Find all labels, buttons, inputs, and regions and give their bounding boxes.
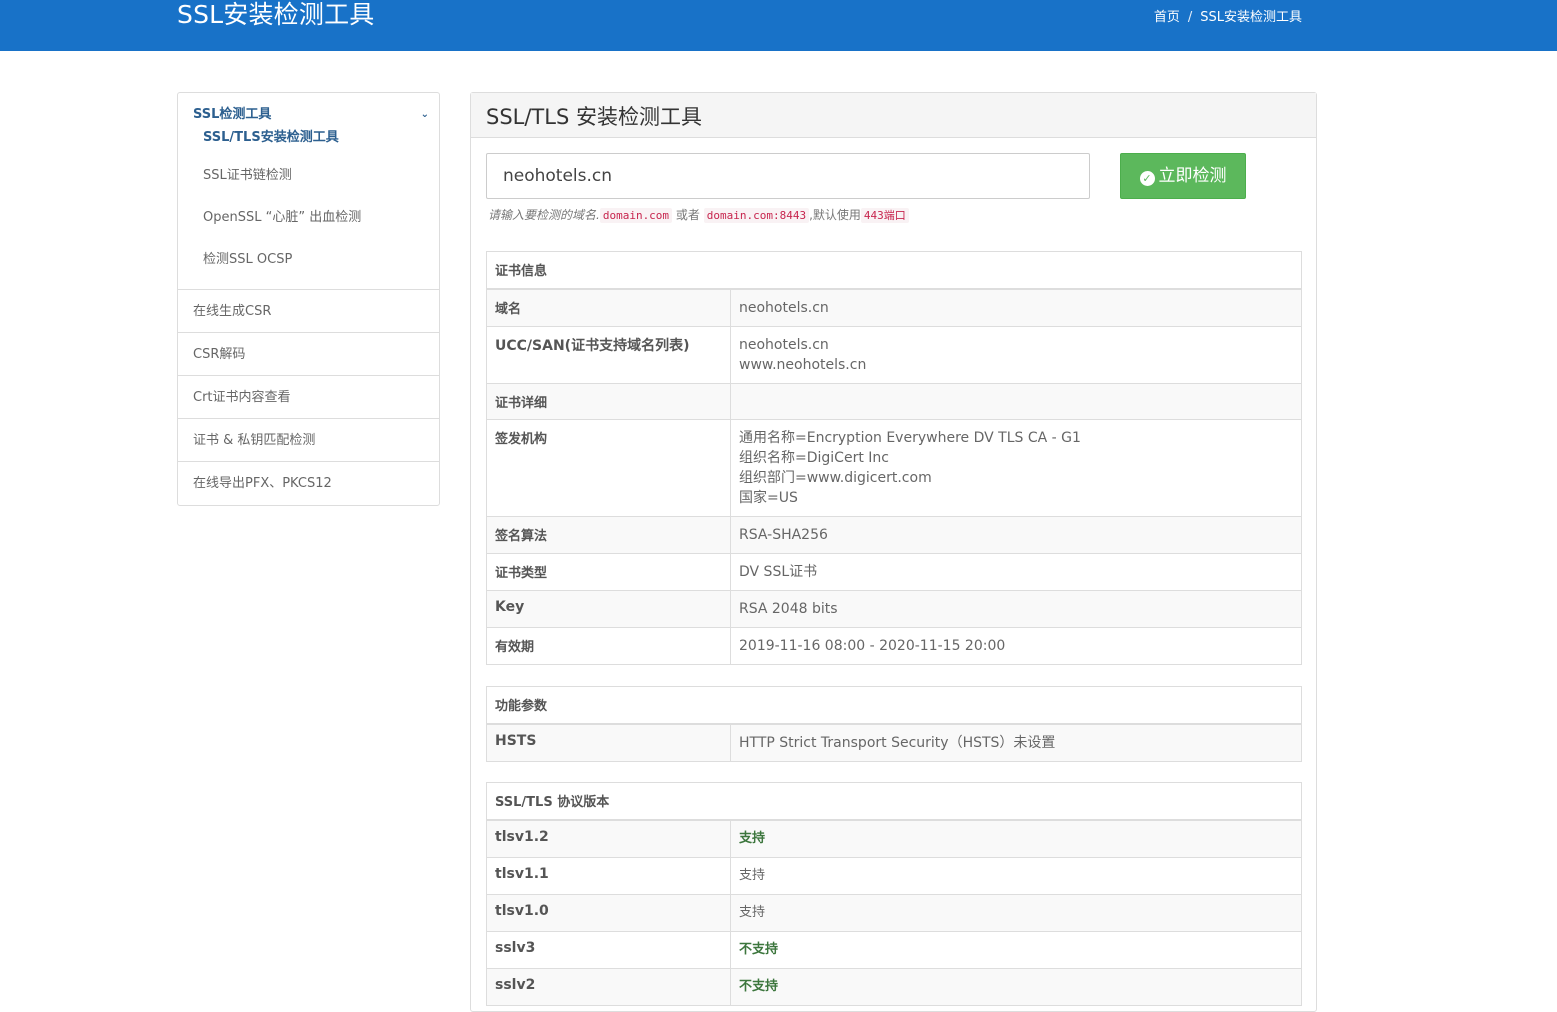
sidebar-group-title: SSL检测工具 — [193, 107, 272, 122]
table-row: tlsv1.2 支持 — [486, 819, 1302, 857]
sidebar-item-heartbleed[interactable]: OpenSSL “心脏” 出血检测 — [193, 197, 424, 239]
sidebar-item-export-pfx[interactable]: 在线导出PFX、PKCS12 — [178, 462, 439, 505]
site-title[interactable]: SSL安装检测工具 — [177, 0, 374, 31]
row-value: neohotels.cn — [739, 336, 829, 353]
row-value: www.neohotels.cn — [739, 356, 867, 373]
table-row: tlsv1.1 支持 — [486, 856, 1302, 894]
sidebar-group-ssl-tools: SSL检测工具 ⌄ SSL/TLS安装检测工具 SSL证书链检测 OpenSSL… — [178, 93, 439, 290]
domain-input[interactable]: neohotels.cn — [486, 153, 1090, 199]
feature-params-table: 功能参数 HSTS HTTP Strict Transport Security… — [486, 686, 1302, 762]
breadcrumb-home-link[interactable]: 首页 — [1154, 10, 1180, 25]
sidebar-item-crt-view[interactable]: Crt证书内容查看 — [178, 376, 439, 419]
row-value: DV SSL证书 — [739, 563, 818, 580]
sidebar-menu: SSL检测工具 ⌄ SSL/TLS安装检测工具 SSL证书链检测 OpenSSL… — [177, 92, 440, 506]
table-caption: 证书信息 — [486, 251, 1302, 290]
top-navbar: SSL安装检测工具 首页 / SSL安装检测工具 — [0, 0, 1557, 51]
row-value: 通用名称=Encryption Everywhere DV TLS CA - G… — [739, 429, 1081, 446]
row-key: Key — [486, 589, 731, 627]
sidebar-item-ocsp[interactable]: 检测SSL OCSP — [193, 239, 424, 281]
row-value: 支持 — [730, 856, 1302, 894]
table-row: tlsv1.0 支持 — [486, 893, 1302, 931]
check-circle-icon: ✓ — [1139, 171, 1155, 186]
row-value: RSA-SHA256 — [739, 526, 828, 543]
row-value: 支持 — [730, 819, 1302, 857]
row-key: sslv3 — [486, 930, 731, 968]
row-value: 不支持 — [730, 930, 1302, 968]
sidebar-item-generate-csr[interactable]: 在线生成CSR — [178, 290, 439, 333]
row-key: sslv2 — [486, 967, 731, 1005]
table-row: 签发机构 通用名称=Encryption Everywhere DV TLS C… — [486, 418, 1302, 516]
row-key: HSTS — [486, 723, 731, 761]
panel-title: SSL/TLS 安装检测工具 — [471, 93, 1316, 138]
hint-prefix: 请输入要检测的域名. — [488, 208, 600, 222]
row-key: tlsv1.1 — [486, 856, 731, 894]
check-now-button[interactable]: ✓ 立即检测 — [1120, 153, 1246, 199]
breadcrumb-separator: / — [1187, 10, 1193, 25]
hint-suffix: ,默认使用 — [809, 208, 861, 222]
chevron-down-icon: ⌄ — [420, 109, 429, 120]
hint-code-port: 443端口 — [860, 208, 909, 223]
table-row: HSTS HTTP Strict Transport Security（HSTS… — [486, 723, 1302, 761]
table-row: 签名算法 RSA-SHA256 — [486, 515, 1302, 553]
row-value: 支持 — [730, 893, 1302, 931]
hint-code-domain-port: domain.com:8443 — [703, 208, 810, 223]
row-value: 不支持 — [730, 967, 1302, 1005]
table-row: 域名 neohotels.cn — [486, 288, 1302, 326]
sidebar-item-csr-decode[interactable]: CSR解码 — [178, 333, 439, 376]
row-value: RSA 2048 bits — [739, 600, 838, 617]
table-row: sslv3 不支持 — [486, 930, 1302, 968]
row-key: 签名算法 — [486, 515, 731, 553]
table-row: UCC/SAN(证书支持域名列表) neohotels.cn www.neoho… — [486, 325, 1302, 383]
row-key: 证书详细 — [486, 382, 731, 419]
table-row: 有效期 2019-11-16 08:00 - 2020-11-15 20:00 — [486, 626, 1302, 664]
hint-code-domain: domain.com — [599, 208, 673, 223]
row-value: 国家=US — [739, 489, 798, 506]
row-key: 域名 — [486, 288, 731, 326]
table-row: 证书类型 DV SSL证书 — [486, 552, 1302, 590]
row-key: tlsv1.2 — [486, 819, 731, 857]
row-key: 有效期 — [486, 626, 731, 664]
table-row: Key RSA 2048 bits — [486, 589, 1302, 627]
table-caption: 功能参数 — [486, 686, 1302, 725]
row-key: UCC/SAN(证书支持域名列表) — [486, 325, 731, 383]
sidebar-item-ssl-tls-check[interactable]: SSL/TLS安装检测工具 — [193, 125, 424, 155]
row-key: 签发机构 — [486, 418, 731, 516]
table-row: 证书详细 — [486, 382, 1302, 419]
table-caption: SSL/TLS 协议版本 — [486, 782, 1302, 821]
sidebar-item-cert-chain[interactable]: SSL证书链检测 — [193, 155, 424, 197]
table-row: sslv2 不支持 — [486, 967, 1302, 1005]
sidebar-group-header[interactable]: SSL检测工具 ⌄ — [193, 105, 429, 125]
check-now-label: 立即检测 — [1158, 166, 1227, 186]
breadcrumb: 首页 / SSL安装检测工具 — [1154, 6, 1302, 25]
cert-info-table: 证书信息 域名 neohotels.cn UCC/SAN(证书支持域名列表) n… — [486, 251, 1302, 665]
hint-or: 或者 — [675, 208, 700, 222]
row-value: 2019-11-16 08:00 - 2020-11-15 20:00 — [739, 637, 1006, 654]
row-value: 组织部门=www.digicert.com — [739, 469, 932, 486]
row-key: tlsv1.0 — [486, 893, 731, 931]
row-value: neohotels.cn — [739, 299, 829, 316]
row-value: 组织名称=DigiCert Inc — [739, 449, 889, 466]
main-panel: SSL/TLS 安装检测工具 neohotels.cn ✓ 立即检测 请输入要检测… — [470, 92, 1317, 1012]
input-hint: 请输入要检测的域名. domain.com 或者 domain.com:8443,… — [488, 206, 909, 223]
row-key: 证书类型 — [486, 552, 731, 590]
row-value: HTTP Strict Transport Security（HSTS）未设置 — [730, 723, 1302, 761]
breadcrumb-current: SSL安装检测工具 — [1200, 10, 1302, 25]
sidebar-item-key-match[interactable]: 证书 & 私钥匹配检测 — [178, 419, 439, 462]
protocol-version-table: SSL/TLS 协议版本 tlsv1.2 支持 tlsv1.1 支持 tlsv1… — [486, 782, 1302, 1006]
